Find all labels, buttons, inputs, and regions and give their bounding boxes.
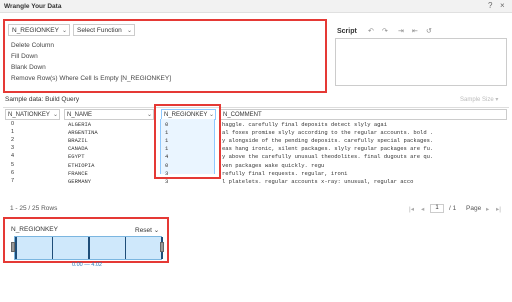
first-page-button[interactable]: |◂ — [409, 205, 414, 213]
cell-name: ARGENTINA — [68, 129, 98, 137]
reset-filter-button[interactable]: Reset ⌄ — [135, 226, 159, 234]
chevron-down-icon: ⌄ — [126, 28, 132, 34]
function-item-blank-down[interactable]: Blank Down — [11, 64, 46, 71]
column-filter-panel: N_REGIONKEY Reset ⌄ 0.00 — 4.02 — [3, 217, 169, 268]
rows-count: 1 - 25 / 25 Rows — [10, 205, 58, 212]
function-item-delete-column[interactable]: Delete Column — [11, 42, 54, 49]
histogram[interactable]: 0.00 — 4.02 — [14, 236, 163, 268]
reset-script-icon[interactable]: ↺ — [426, 27, 432, 35]
regionkey-column-highlight — [154, 104, 221, 179]
chevron-down-icon: ⌄ — [146, 112, 152, 118]
cell-name: ETHIOPIA — [68, 161, 95, 169]
cell-nationkey: 7 — [11, 177, 15, 184]
table-row: 7 GERMANY 3 l platelets. regular accounts x… — [0, 178, 506, 187]
prev-page-button[interactable]: ◂ — [421, 205, 424, 213]
chevron-down-icon: ⌄ — [52, 112, 58, 118]
export-icon[interactable]: ⇤ — [412, 27, 418, 35]
function-panel: N_REGIONKEY ⌄ Select Function ⌄ Delete C… — [3, 19, 327, 93]
function-item-fill-down[interactable]: Fill Down — [11, 53, 38, 60]
cell-comment: refully final requests. regular, ironi — [222, 169, 348, 177]
script-label: Script — [337, 28, 357, 35]
column-header-nationkey[interactable]: N_NATIONKEY ⌄ — [5, 109, 60, 120]
sample-size-button[interactable]: Sample Size ▾ — [460, 96, 498, 103]
histogram-bar — [88, 237, 90, 259]
column-header-name[interactable]: N_NAME ⌄ — [64, 109, 154, 120]
cell-comment: eas hang ironic, silent packages. slyly … — [222, 145, 434, 153]
range-label: 0.00 — 4.02 — [72, 262, 102, 268]
cell-name: GERMANY — [68, 177, 92, 185]
cell-nationkey: 3 — [11, 145, 15, 152]
cell-name: ALGERIA — [68, 121, 92, 128]
column-select[interactable]: N_REGIONKEY ⌄ — [8, 24, 70, 36]
column-header-label: N_NATIONKEY — [8, 112, 50, 118]
cell-nationkey: 4 — [11, 153, 15, 160]
cell-nationkey: 1 — [11, 129, 15, 136]
undo-icon[interactable]: ↶ — [368, 27, 374, 35]
cell-nationkey: 0 — [11, 121, 15, 127]
function-select[interactable]: Select Function ⌄ — [73, 24, 135, 36]
column-select-value: N_REGIONKEY — [12, 27, 59, 34]
cell-nationkey: 5 — [11, 161, 15, 168]
filter-column-title: N_REGIONKEY — [11, 226, 58, 233]
histogram-bar — [51, 237, 53, 259]
range-handle-min[interactable] — [11, 242, 15, 252]
page-input[interactable]: 1 — [430, 204, 444, 213]
window-titlebar: Wrangle Your Data ? × — [0, 0, 512, 13]
cell-comment: l platelets. regular accounts x-ray: unu… — [222, 177, 414, 185]
range-handle-max[interactable] — [160, 242, 164, 252]
close-icon[interactable]: × — [500, 1, 505, 10]
window-title: Wrangle Your Data — [4, 3, 62, 10]
cell-name: BRAZIL — [68, 137, 88, 145]
cell-nationkey: 2 — [11, 137, 15, 144]
help-icon[interactable]: ? — [488, 1, 492, 10]
chevron-down-icon: ⌄ — [61, 28, 67, 34]
cell-comment: y alongside of the pending deposits. car… — [222, 137, 434, 145]
column-header-label: N_COMMENT — [223, 112, 262, 118]
cell-nationkey: 6 — [11, 169, 15, 176]
cell-name: EGYPT — [68, 153, 85, 161]
import-icon[interactable]: ⇥ — [398, 27, 404, 35]
page-label: Page — [466, 205, 482, 212]
column-header-label: N_NAME — [67, 112, 93, 118]
function-select-value: Select Function — [77, 27, 122, 34]
cell-name: FRANCE — [68, 169, 88, 177]
redo-icon[interactable]: ↷ — [382, 27, 388, 35]
histogram-bar — [124, 237, 126, 259]
reset-label: Reset — [135, 227, 152, 234]
function-item-remove-empty-rows[interactable]: Remove Row(s) Where Cell Is Empty [N_REG… — [11, 75, 171, 82]
histogram-bar — [15, 237, 17, 259]
last-page-button[interactable]: ▸| — [496, 205, 501, 213]
cell-comment: y above the carefully unusual theodolite… — [222, 153, 434, 161]
sample-data-label: Sample data: Build Query — [5, 96, 80, 103]
cell-comment: al foxes promise slyly according to the … — [222, 129, 434, 137]
total-pages: / 1 — [449, 205, 457, 212]
cell-comment: ven packages wake quickly. regu — [222, 161, 325, 169]
cell-comment: haggle. carefully final deposits detect … — [222, 121, 388, 128]
next-page-button[interactable]: ▸ — [486, 205, 489, 213]
column-header-comment[interactable]: N_COMMENT — [220, 109, 507, 120]
cell-name: CANADA — [68, 145, 88, 153]
script-editor[interactable] — [335, 38, 507, 86]
